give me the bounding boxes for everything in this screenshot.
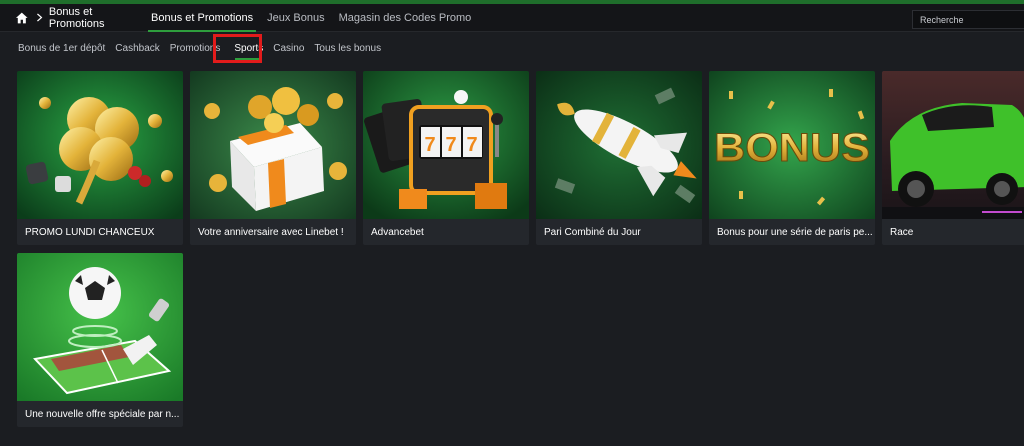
bonus-text-image: BONUS — [709, 71, 875, 219]
svg-text:7: 7 — [466, 134, 477, 156]
tab-bonus-premier-depot[interactable]: Bonus de 1er dépôt — [13, 35, 110, 61]
football-image — [17, 253, 183, 401]
tab-promotions[interactable]: Promotions — [165, 35, 226, 61]
rocket-image — [536, 71, 702, 219]
search-input[interactable]: Recherche — [912, 10, 1024, 29]
gift-box-image — [190, 71, 356, 219]
promo-card-title: Bonus pour une série de paris pe... — [717, 226, 873, 238]
race-car-image — [882, 71, 1024, 219]
breadcrumb: Bonus et Promotions — [0, 6, 140, 30]
promo-card[interactable]: Race — [882, 71, 1024, 245]
top-nav-jeux-bonus[interactable]: Jeux Bonus — [260, 4, 331, 31]
tab-cashback[interactable]: Cashback — [110, 35, 164, 61]
chevron-right-icon — [36, 13, 42, 22]
promo-card[interactable]: Pari Combiné du Jour — [536, 71, 702, 245]
promo-card-title: Votre anniversaire avec Linebet ! — [198, 226, 344, 238]
promo-card[interactable]: PROMO LUNDI CHANCEUX — [17, 71, 183, 245]
svg-text:7: 7 — [424, 134, 435, 156]
promo-card-title: Advancebet — [371, 226, 424, 238]
tab-tous-les-bonus[interactable]: Tous les bonus — [309, 35, 386, 61]
home-icon[interactable] — [16, 12, 28, 24]
tab-sports[interactable]: Sports — [229, 35, 268, 61]
top-nav-codes-promo[interactable]: Magasin des Codes Promo — [332, 4, 479, 31]
promo-card[interactable]: 7 7 7 Advancebet — [363, 71, 529, 245]
promo-card[interactable]: Votre anniversaire avec Linebet ! — [190, 71, 356, 245]
promo-card-title: Pari Combiné du Jour — [544, 226, 641, 238]
bonus-art-text: BONUS — [714, 126, 870, 170]
clover-image — [17, 71, 183, 219]
breadcrumb-label[interactable]: Bonus et Promotions — [49, 6, 140, 30]
promo-grid: PROMO LUNDI CHANCEUX Votre anniversaire … — [17, 71, 1024, 427]
sub-nav: Bonus de 1er dépôt Cashback Promotions S… — [0, 32, 1024, 64]
svg-text:7: 7 — [445, 134, 456, 156]
promo-card-title: PROMO LUNDI CHANCEUX — [25, 226, 155, 238]
tab-casino[interactable]: Casino — [268, 35, 309, 61]
promo-card-title: Une nouvelle offre spéciale par n... — [25, 408, 180, 420]
top-nav-bonus-promotions[interactable]: Bonus et Promotions — [144, 4, 260, 32]
top-bar: Bonus et Promotions Bonus et Promotions … — [0, 4, 1024, 32]
top-nav: Bonus et Promotions Jeux Bonus Magasin d… — [144, 4, 479, 32]
slot-machine-image: 7 7 7 — [363, 71, 529, 219]
promo-card[interactable]: Une nouvelle offre spéciale par n... — [17, 253, 183, 427]
promo-card[interactable]: BONUS Bonus pour une série de paris pe..… — [709, 71, 875, 245]
promo-card-title: Race — [890, 226, 914, 238]
